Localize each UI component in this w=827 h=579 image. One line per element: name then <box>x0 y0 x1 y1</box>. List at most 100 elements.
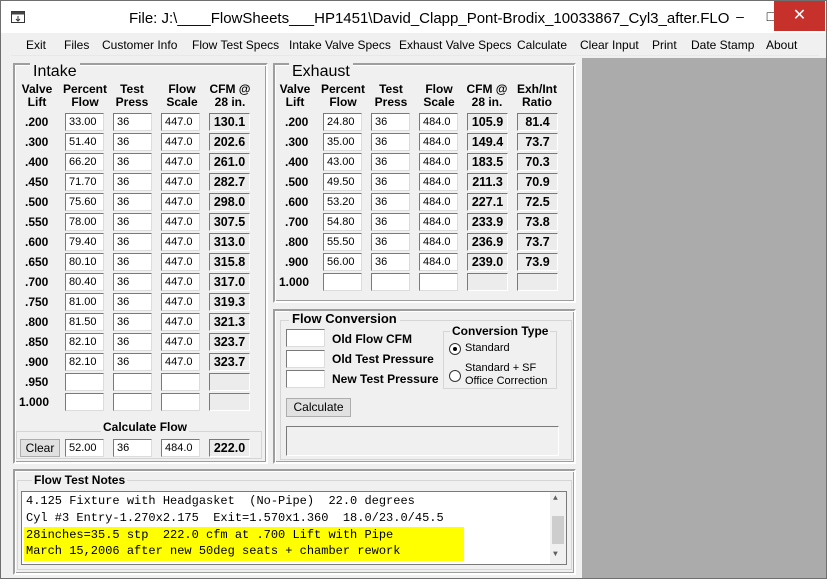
minimize-icon[interactable]: – <box>725 1 755 31</box>
intake-scale-input[interactable]: 447.0 <box>161 213 200 231</box>
intake-pressure-input[interactable]: 36 <box>113 213 152 231</box>
exhaust-percent-input[interactable]: 49.50 <box>323 173 362 191</box>
intake-percent-input[interactable]: 71.70 <box>65 173 104 191</box>
intake-pressure-input[interactable]: 36 <box>113 353 152 371</box>
exhaust-scale-input[interactable]: 484.0 <box>419 253 458 271</box>
menu-flow-test-specs[interactable]: Flow Test Specs <box>192 38 279 52</box>
exhaust-pressure-input[interactable]: 36 <box>371 153 410 171</box>
intake-scale-input[interactable] <box>161 373 200 391</box>
intake-scale-input[interactable]: 447.0 <box>161 113 200 131</box>
intake-pressure-input[interactable] <box>113 373 152 391</box>
app-icon[interactable] <box>11 11 25 23</box>
old-flow-cfm-input[interactable] <box>286 329 325 347</box>
menu-customer-info[interactable]: Customer Info <box>102 38 177 52</box>
intake-scale-input[interactable] <box>161 393 200 411</box>
exhaust-pressure-input[interactable] <box>371 273 410 291</box>
menu-exhaust-valve-specs[interactable]: Exhaust Valve Specs <box>399 38 512 52</box>
exhaust-scale-input[interactable]: 484.0 <box>419 133 458 151</box>
exhaust-scale-input[interactable]: 484.0 <box>419 173 458 191</box>
calc-flow-percent-input[interactable]: 52.00 <box>65 439 104 457</box>
intake-percent-input[interactable]: 75.60 <box>65 193 104 211</box>
intake-scale-input[interactable]: 447.0 <box>161 313 200 331</box>
intake-scale-input[interactable]: 447.0 <box>161 193 200 211</box>
intake-scale-input[interactable]: 447.0 <box>161 293 200 311</box>
intake-pressure-input[interactable]: 36 <box>113 153 152 171</box>
calc-flow-pressure-input[interactable]: 36 <box>113 439 152 457</box>
exhaust-pressure-input[interactable]: 36 <box>371 233 410 251</box>
intake-percent-input[interactable]: 82.10 <box>65 333 104 351</box>
old-test-pressure-input[interactable] <box>286 350 325 368</box>
intake-pressure-input[interactable]: 36 <box>113 193 152 211</box>
intake-percent-input[interactable]: 80.10 <box>65 253 104 271</box>
clear-button[interactable]: Clear <box>20 439 60 457</box>
intake-pressure-input[interactable]: 36 <box>113 273 152 291</box>
exhaust-percent-input[interactable]: 56.00 <box>323 253 362 271</box>
close-icon[interactable]: ✕ <box>774 1 825 31</box>
intake-pressure-input[interactable]: 36 <box>113 293 152 311</box>
exhaust-percent-input[interactable]: 53.20 <box>323 193 362 211</box>
notes-textarea[interactable]: 4.125 Fixture with Headgasket (No-Pipe) … <box>21 491 567 565</box>
menu-about[interactable]: About <box>766 38 797 52</box>
intake-pressure-input[interactable]: 36 <box>113 253 152 271</box>
conversion-calculate-button[interactable]: Calculate <box>286 398 351 417</box>
intake-pressure-input[interactable]: 36 <box>113 113 152 131</box>
intake-percent-input[interactable]: 82.10 <box>65 353 104 371</box>
menu-files[interactable]: Files <box>64 38 89 52</box>
intake-scale-input[interactable]: 447.0 <box>161 133 200 151</box>
menu-clear-input[interactable]: Clear Input <box>580 38 639 52</box>
intake-scale-input[interactable]: 447.0 <box>161 353 200 371</box>
intake-percent-input[interactable]: 66.20 <box>65 153 104 171</box>
exhaust-percent-input[interactable]: 55.50 <box>323 233 362 251</box>
exhaust-pressure-input[interactable]: 36 <box>371 133 410 151</box>
scroll-down-icon[interactable]: ▼ <box>553 550 558 559</box>
notes-scrollbar[interactable]: ▲ ▼ <box>550 492 566 564</box>
exhaust-scale-input[interactable]: 484.0 <box>419 233 458 251</box>
exhaust-percent-input[interactable]: 54.80 <box>323 213 362 231</box>
intake-percent-input[interactable]: 81.00 <box>65 293 104 311</box>
new-test-pressure-input[interactable] <box>286 370 325 388</box>
intake-pressure-input[interactable]: 36 <box>113 333 152 351</box>
exhaust-pressure-input[interactable]: 36 <box>371 253 410 271</box>
intake-pressure-input[interactable] <box>113 393 152 411</box>
exhaust-scale-input[interactable]: 484.0 <box>419 153 458 171</box>
intake-pressure-input[interactable]: 36 <box>113 313 152 331</box>
menu-calculate[interactable]: Calculate <box>517 38 567 52</box>
intake-pressure-input[interactable]: 36 <box>113 133 152 151</box>
exhaust-scale-input[interactable]: 484.0 <box>419 193 458 211</box>
standard-sf-radio[interactable] <box>449 370 461 382</box>
intake-scale-input[interactable]: 447.0 <box>161 253 200 271</box>
standard-radio[interactable] <box>449 343 461 355</box>
intake-percent-input[interactable] <box>65 373 104 391</box>
intake-percent-input[interactable] <box>65 393 104 411</box>
menu-intake-valve-specs[interactable]: Intake Valve Specs <box>289 38 391 52</box>
intake-percent-input[interactable]: 79.40 <box>65 233 104 251</box>
intake-percent-input[interactable]: 80.40 <box>65 273 104 291</box>
exhaust-percent-input[interactable]: 35.00 <box>323 133 362 151</box>
intake-scale-input[interactable]: 447.0 <box>161 173 200 191</box>
exhaust-pressure-input[interactable]: 36 <box>371 193 410 211</box>
intake-pressure-input[interactable]: 36 <box>113 233 152 251</box>
intake-percent-input[interactable]: 51.40 <box>65 133 104 151</box>
exhaust-pressure-input[interactable]: 36 <box>371 173 410 191</box>
exhaust-percent-input[interactable]: 43.00 <box>323 153 362 171</box>
scroll-thumb[interactable] <box>552 516 564 544</box>
intake-percent-input[interactable]: 33.00 <box>65 113 104 131</box>
menu-exit[interactable]: Exit <box>26 38 46 52</box>
exhaust-scale-input[interactable]: 484.0 <box>419 213 458 231</box>
intake-scale-input[interactable]: 447.0 <box>161 153 200 171</box>
intake-scale-input[interactable]: 447.0 <box>161 273 200 291</box>
exhaust-percent-input[interactable] <box>323 273 362 291</box>
calc-flow-scale-input[interactable]: 484.0 <box>161 439 200 457</box>
intake-scale-input[interactable]: 447.0 <box>161 333 200 351</box>
exhaust-percent-input[interactable]: 24.80 <box>323 113 362 131</box>
exhaust-scale-input[interactable] <box>419 273 458 291</box>
exhaust-scale-input[interactable]: 484.0 <box>419 113 458 131</box>
intake-percent-input[interactable]: 81.50 <box>65 313 104 331</box>
exhaust-pressure-input[interactable]: 36 <box>371 213 410 231</box>
scroll-up-icon[interactable]: ▲ <box>553 494 558 503</box>
intake-percent-input[interactable]: 78.00 <box>65 213 104 231</box>
menu-date-stamp[interactable]: Date Stamp <box>691 38 754 52</box>
exhaust-pressure-input[interactable]: 36 <box>371 113 410 131</box>
intake-scale-input[interactable]: 447.0 <box>161 233 200 251</box>
menu-print[interactable]: Print <box>652 38 677 52</box>
